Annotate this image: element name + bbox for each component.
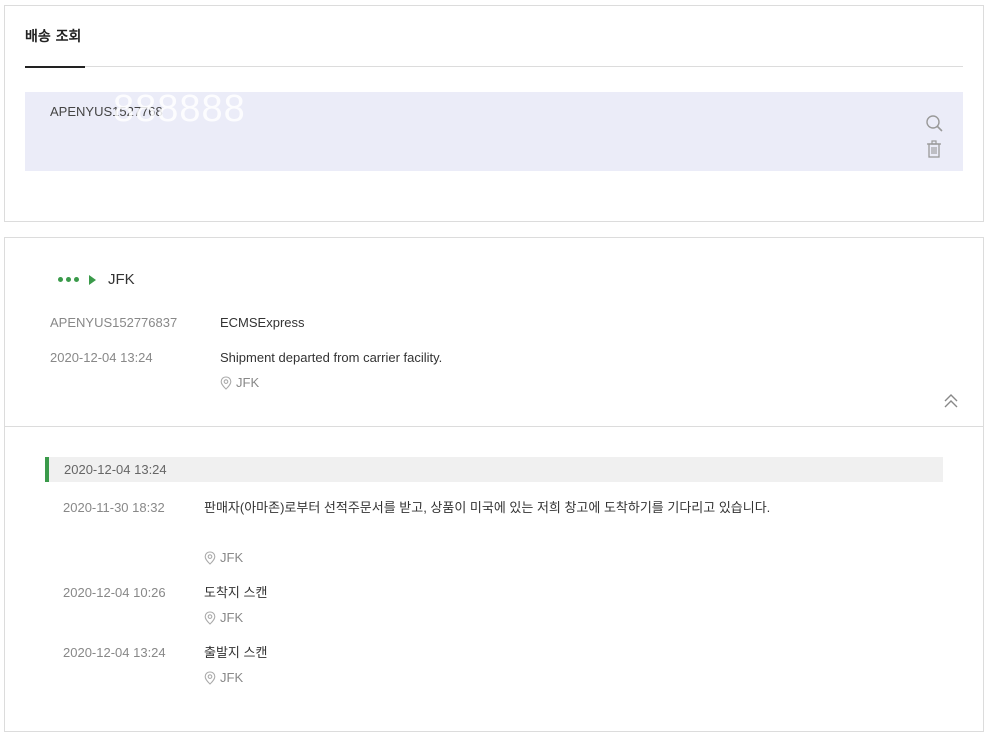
location-pin-icon [204, 610, 216, 625]
watermark-overlay: 888888 [113, 88, 246, 130]
trash-icon[interactable] [926, 140, 942, 158]
location-pin-icon [204, 550, 216, 565]
event-time: 2020-12-04 10:26 [63, 585, 166, 600]
tracking-result-card: JFK APENYUS152776837 ECMSExpress 2020-12… [4, 237, 984, 732]
event-location: JFK [204, 610, 243, 625]
event-description: 판매자(아마존)로부터 선적주문서를 받고, 상품이 미국에 있는 저희 창고에… [204, 500, 771, 515]
location-pin-icon [204, 670, 216, 685]
event-time: 2020-12-04 13:24 [63, 645, 166, 660]
latest-status-time: 2020-12-04 13:24 [50, 350, 153, 365]
tab-delivery-tracking[interactable]: 배송 조회 [25, 26, 85, 68]
carrier-name: ECMSExpress [220, 315, 305, 330]
tab-bar: 배송 조회 [25, 6, 963, 68]
event-description: 출발지 스캔 [204, 645, 268, 660]
double-chevron-up-icon[interactable] [943, 393, 959, 409]
timeline-header: 2020-12-04 13:24 [45, 457, 943, 482]
section-divider [5, 426, 983, 427]
tracking-number: APENYUS152776837 [50, 315, 178, 330]
tab-label: 배송 조회 [25, 29, 82, 45]
event-location: JFK [204, 550, 243, 565]
latest-location-label: JFK [236, 375, 260, 390]
tracking-search-card: 배송 조회 APENYUS1527768 888888 [4, 5, 984, 222]
event-location-label: JFK [220, 550, 244, 565]
destination-label: JFK [108, 271, 135, 288]
location-pin-icon [220, 375, 232, 390]
search-icon[interactable] [925, 114, 943, 132]
route-arrow-icon [89, 274, 96, 285]
event-location: JFK [204, 670, 243, 685]
route-dots-icon [58, 277, 79, 282]
event-location-label: JFK [220, 610, 244, 625]
tracking-input-area[interactable]: APENYUS1527768 888888 [25, 88, 963, 171]
latest-status-text: Shipment departed from carrier facility. [220, 350, 443, 365]
event-location-label: JFK [220, 670, 244, 685]
latest-location: JFK [220, 375, 259, 390]
event-time: 2020-11-30 18:32 [63, 500, 165, 515]
route-header: JFK [58, 271, 135, 288]
event-description: 도착지 스캔 [204, 585, 268, 600]
tab-active-indicator [25, 66, 85, 68]
